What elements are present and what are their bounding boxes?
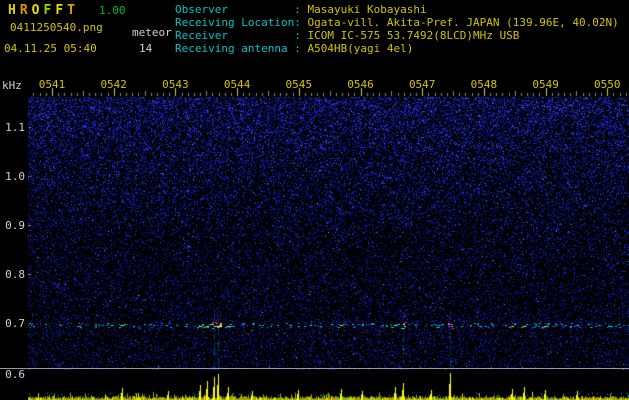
freq-axis-unit: kHz bbox=[2, 79, 22, 92]
info-value: Ogata-vill. Akita-Pref. JAPAN (139.96E, … bbox=[307, 16, 619, 29]
freq-tick-label: 1.0 bbox=[5, 170, 25, 183]
time-tick-label: 0549 bbox=[532, 78, 559, 91]
freq-tick-label: 1.1 bbox=[5, 121, 25, 134]
separator-line bbox=[0, 368, 629, 369]
time-tick-label: 0542 bbox=[100, 78, 127, 91]
title-letter: T bbox=[67, 3, 79, 18]
info-separator: : bbox=[294, 42, 308, 55]
time-tick-label: 0543 bbox=[162, 78, 189, 91]
info-row-receiver: Receiver: ICOM IC-575 53.7492(8LCD)MHz U… bbox=[175, 29, 619, 42]
spectrogram-canvas bbox=[28, 75, 629, 370]
info-label: Observer bbox=[175, 3, 228, 16]
freq-tick-label: 0.6 bbox=[5, 368, 25, 381]
timestamp-label: 04.11.25 05:40 bbox=[4, 42, 97, 55]
app-version: 1.00 bbox=[99, 4, 126, 17]
info-label: Receiving Location bbox=[175, 16, 295, 29]
title-letter: F bbox=[55, 3, 68, 18]
mode-label: meteor bbox=[132, 26, 172, 39]
title-letter: R bbox=[19, 3, 32, 18]
info-value: A504HB(yagi 4el) bbox=[307, 42, 414, 55]
info-separator: : bbox=[294, 29, 308, 42]
info-separator: : bbox=[294, 3, 308, 16]
info-value: ICOM IC-575 53.7492(8LCD)MHz USB bbox=[307, 29, 520, 42]
hrofft-window: HROFFT 1.00 0411250540.png meteor 04.11.… bbox=[0, 0, 629, 400]
time-tick-label: 0545 bbox=[285, 78, 313, 91]
freq-tick-label: 0.9 bbox=[5, 219, 25, 232]
freq-tick-label: 0.8 bbox=[5, 268, 25, 281]
time-tick-label: 0548 bbox=[470, 78, 498, 91]
info-row-observer: Observer: Masayuki Kobayashi bbox=[175, 3, 619, 16]
signal-level-canvas bbox=[28, 371, 629, 400]
time-tick-label: 0546 bbox=[347, 78, 374, 91]
station-info: Observer: Masayuki Kobayashi Receiving L… bbox=[175, 3, 619, 55]
time-tick-label: 0541 bbox=[38, 78, 66, 91]
time-tick-label: 0550 bbox=[594, 78, 621, 91]
title-letter: O bbox=[31, 3, 44, 18]
info-label: Receiver bbox=[175, 29, 228, 42]
info-separator: : bbox=[294, 16, 308, 29]
title-letter: H bbox=[8, 3, 20, 18]
info-label: Receiving antenna bbox=[175, 42, 288, 55]
info-value: Masayuki Kobayashi bbox=[307, 3, 427, 16]
app-title: HROFFT bbox=[8, 3, 79, 18]
echo-count: 14 bbox=[139, 42, 153, 55]
info-row-location: Receiving Location: Ogata-vill. Akita-Pr… bbox=[175, 16, 619, 29]
time-tick-label: 0547 bbox=[408, 78, 436, 91]
freq-tick-label: 0.7 bbox=[5, 317, 25, 330]
info-row-antenna: Receiving antenna: A504HB(yagi 4el) bbox=[175, 42, 619, 55]
time-tick-label: 0544 bbox=[223, 78, 251, 91]
output-filename: 0411250540.png bbox=[10, 21, 103, 34]
title-letter: F bbox=[43, 3, 56, 18]
